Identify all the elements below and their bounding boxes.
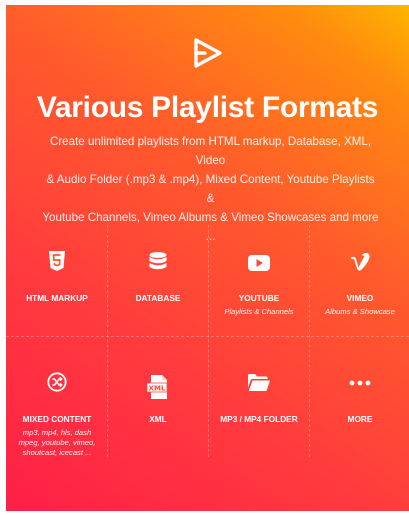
feature-more: MORE: [310, 337, 409, 457]
shuffle-icon: [47, 372, 67, 392]
feature-label: MORE: [347, 414, 373, 424]
more-dots-icon: [349, 380, 371, 386]
feature-html-markup: HTML MARKUP: [7, 225, 107, 335]
feature-sub: shoutcast, icecast ...: [22, 448, 92, 457]
svg-text:XML: XML: [149, 385, 166, 393]
description-line: Create unlimited playlists from HTML mar…: [49, 135, 372, 167]
feature-label: XML: [149, 414, 167, 424]
feature-sub: mpeg, youtube, vimeo,: [18, 438, 96, 447]
feature-label: HTML MARKUP: [26, 293, 88, 303]
description-line: & Audio Folder (.mp3 & .mp4), Mixed Cont…: [46, 173, 375, 205]
page-title: Various Playlist Formats: [36, 91, 379, 124]
feature-sub: Playlists & Channels: [224, 307, 294, 316]
feature-label: YOUTUBE: [238, 293, 280, 303]
xml-file-icon: XML: [147, 375, 168, 399]
feature-label: VIMEO: [346, 293, 374, 303]
feature-vimeo: VIMEO Albums & Showcase: [310, 225, 409, 335]
feature-sub: mp3, mp4, hls, dash: [22, 428, 92, 437]
features-grid: HTML MARKUP DATABASE YOUTUBE Playlists &…: [6, 225, 409, 457]
feature-label: DATABASE: [135, 293, 181, 303]
folder-icon: [248, 374, 270, 391]
feature-mp3-mp4-folder: MP3 / MP4 FOLDER: [209, 337, 309, 457]
play-arrow-icon: [194, 38, 222, 68]
playlist-formats-banner: Various Playlist Formats Create unlimite…: [6, 5, 409, 511]
feature-mixed-content: MIXED CONTENT mp3, mp4, hls, dash mpeg, …: [7, 337, 107, 457]
vimeo-icon: [350, 253, 370, 271]
feature-sub: Albums & Showcase: [325, 307, 395, 316]
feature-database: DATABASE: [108, 225, 208, 335]
feature-youtube: YOUTUBE Playlists & Channels: [209, 225, 309, 335]
feature-label: MIXED CONTENT: [22, 414, 92, 424]
feature-xml: XML XML: [108, 337, 208, 457]
feature-label: MP3 / MP4 FOLDER: [220, 414, 298, 424]
html5-icon: [49, 251, 65, 271]
youtube-icon: [248, 255, 270, 271]
database-icon: [149, 252, 167, 270]
